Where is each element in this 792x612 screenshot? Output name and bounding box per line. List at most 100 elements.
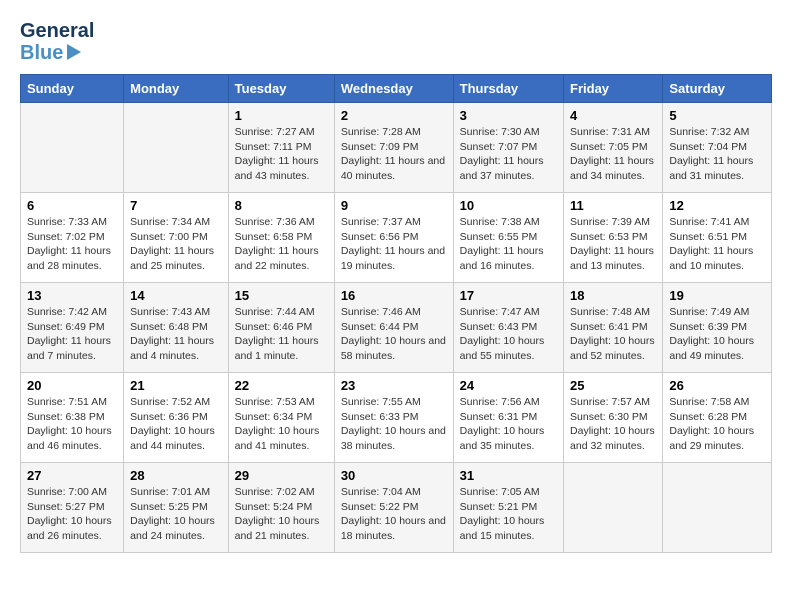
calendar-day-cell: 4 Sunrise: 7:31 AM Sunset: 7:05 PM Daylig… — [564, 103, 663, 193]
calendar-day-cell: 9 Sunrise: 7:37 AM Sunset: 6:56 PM Daylig… — [334, 193, 453, 283]
calendar-day-cell: 23 Sunrise: 7:55 AM Sunset: 6:33 PM Dayli… — [334, 373, 453, 463]
day-info: Sunrise: 7:31 AM Sunset: 7:05 PM Dayligh… — [570, 125, 656, 184]
day-info: Sunrise: 7:32 AM Sunset: 7:04 PM Dayligh… — [669, 125, 765, 184]
day-number: 20 — [27, 378, 117, 393]
calendar-day-cell: 7Sunrise: 7:34 AM Sunset: 7:00 PM Daylig… — [124, 193, 229, 283]
day-of-week-header: Wednesday — [334, 75, 453, 103]
day-info: Sunrise: 7:43 AM Sunset: 6:48 PM Dayligh… — [130, 305, 222, 364]
day-number: 31 — [460, 468, 557, 483]
calendar-day-cell: 10Sunrise: 7:38 AM Sunset: 6:55 PM Dayli… — [453, 193, 563, 283]
day-number: 22 — [235, 378, 328, 393]
day-number: 24 — [460, 378, 557, 393]
calendar-week-row: 20 Sunrise: 7:51 AM Sunset: 6:38 PM Dayli… — [21, 373, 772, 463]
logo-text: General Blue — [20, 20, 94, 64]
day-number: 16 — [341, 288, 447, 303]
day-of-week-header: Tuesday — [228, 75, 334, 103]
day-info: Sunrise: 7:33 AM Sunset: 7:02 PM Dayligh… — [27, 215, 117, 274]
day-number: 28 — [130, 468, 222, 483]
day-number: 3 — [460, 108, 557, 123]
calendar-day-cell — [663, 463, 772, 553]
day-number: 17 — [460, 288, 557, 303]
day-number: 14 — [130, 288, 222, 303]
calendar-day-cell: 20 Sunrise: 7:51 AM Sunset: 6:38 PM Dayli… — [21, 373, 124, 463]
day-info: Sunrise: 7:30 AM Sunset: 7:07 PM Dayligh… — [460, 125, 557, 184]
day-number: 25 — [570, 378, 656, 393]
day-info: Sunrise: 7:53 AM Sunset: 6:34 PM Dayligh… — [235, 395, 328, 454]
calendar-day-cell: 12Sunrise: 7:41 AM Sunset: 6:51 PM Dayli… — [663, 193, 772, 283]
calendar-day-cell — [124, 103, 229, 193]
day-info: Sunrise: 7:57 AM Sunset: 6:30 PM Dayligh… — [570, 395, 656, 454]
day-info: Sunrise: 7:52 AM Sunset: 6:36 PM Dayligh… — [130, 395, 222, 454]
day-info: Sunrise: 7:48 AM Sunset: 6:41 PM Dayligh… — [570, 305, 656, 364]
calendar-day-cell: 15Sunrise: 7:44 AM Sunset: 6:46 PM Dayli… — [228, 283, 334, 373]
calendar-day-cell: 14 Sunrise: 7:43 AM Sunset: 6:48 PM Dayli… — [124, 283, 229, 373]
day-number: 23 — [341, 378, 447, 393]
day-number: 21 — [130, 378, 222, 393]
day-info: Sunrise: 7:05 AM Sunset: 5:21 PM Dayligh… — [460, 485, 557, 544]
day-number: 13 — [27, 288, 117, 303]
day-info: Sunrise: 7:49 AM Sunset: 6:39 PM Dayligh… — [669, 305, 765, 364]
day-info: Sunrise: 7:58 AM Sunset: 6:28 PM Dayligh… — [669, 395, 765, 454]
day-info: Sunrise: 7:42 AM Sunset: 6:49 PM Dayligh… — [27, 305, 117, 364]
day-info: Sunrise: 7:46 AM Sunset: 6:44 PM Dayligh… — [341, 305, 447, 364]
calendar-day-cell: 21 Sunrise: 7:52 AM Sunset: 6:36 PM Dayli… — [124, 373, 229, 463]
day-number: 9 — [341, 198, 447, 213]
calendar-day-cell: 26 Sunrise: 7:58 AM Sunset: 6:28 PM Dayli… — [663, 373, 772, 463]
calendar-day-cell — [564, 463, 663, 553]
calendar-day-cell: 25 Sunrise: 7:57 AM Sunset: 6:30 PM Dayli… — [564, 373, 663, 463]
calendar-day-cell: 6Sunrise: 7:33 AM Sunset: 7:02 PM Daylig… — [21, 193, 124, 283]
page-header: General Blue — [20, 20, 772, 64]
day-info: Sunrise: 7:27 AM Sunset: 7:11 PM Dayligh… — [235, 125, 328, 184]
day-info: Sunrise: 7:36 AM Sunset: 6:58 PM Dayligh… — [235, 215, 328, 274]
day-info: Sunrise: 7:00 AM Sunset: 5:27 PM Dayligh… — [27, 485, 117, 544]
calendar-day-cell: 30Sunrise: 7:04 AM Sunset: 5:22 PM Dayli… — [334, 463, 453, 553]
day-info: Sunrise: 7:01 AM Sunset: 5:25 PM Dayligh… — [130, 485, 222, 544]
calendar-day-cell: 1 Sunrise: 7:27 AM Sunset: 7:11 PM Daylig… — [228, 103, 334, 193]
day-info: Sunrise: 7:47 AM Sunset: 6:43 PM Dayligh… — [460, 305, 557, 364]
calendar-week-row: 6Sunrise: 7:33 AM Sunset: 7:02 PM Daylig… — [21, 193, 772, 283]
calendar-day-cell: 19 Sunrise: 7:49 AM Sunset: 6:39 PM Dayli… — [663, 283, 772, 373]
calendar-day-cell: 31 Sunrise: 7:05 AM Sunset: 5:21 PM Dayli… — [453, 463, 563, 553]
calendar-week-row: 1 Sunrise: 7:27 AM Sunset: 7:11 PM Daylig… — [21, 103, 772, 193]
day-info: Sunrise: 7:39 AM Sunset: 6:53 PM Dayligh… — [570, 215, 656, 274]
day-number: 15 — [235, 288, 328, 303]
day-info: Sunrise: 7:51 AM Sunset: 6:38 PM Dayligh… — [27, 395, 117, 454]
logo-general: General — [20, 20, 94, 42]
calendar-day-cell: 24 Sunrise: 7:56 AM Sunset: 6:31 PM Dayli… — [453, 373, 563, 463]
calendar-day-cell: 16 Sunrise: 7:46 AM Sunset: 6:44 PM Dayli… — [334, 283, 453, 373]
day-info: Sunrise: 7:55 AM Sunset: 6:33 PM Dayligh… — [341, 395, 447, 454]
day-info: Sunrise: 7:02 AM Sunset: 5:24 PM Dayligh… — [235, 485, 328, 544]
day-number: 26 — [669, 378, 765, 393]
day-info: Sunrise: 7:04 AM Sunset: 5:22 PM Dayligh… — [341, 485, 447, 544]
day-info: Sunrise: 7:28 AM Sunset: 7:09 PM Dayligh… — [341, 125, 447, 184]
day-of-week-header: Saturday — [663, 75, 772, 103]
calendar-day-cell: 22 Sunrise: 7:53 AM Sunset: 6:34 PM Dayli… — [228, 373, 334, 463]
calendar-day-cell: 11 Sunrise: 7:39 AM Sunset: 6:53 PM Dayli… — [564, 193, 663, 283]
day-of-week-header: Friday — [564, 75, 663, 103]
day-number: 18 — [570, 288, 656, 303]
calendar-week-row: 27 Sunrise: 7:00 AM Sunset: 5:27 PM Dayli… — [21, 463, 772, 553]
day-info: Sunrise: 7:41 AM Sunset: 6:51 PM Dayligh… — [669, 215, 765, 274]
day-number: 7 — [130, 198, 222, 213]
day-number: 2 — [341, 108, 447, 123]
calendar-day-cell: 17 Sunrise: 7:47 AM Sunset: 6:43 PM Dayli… — [453, 283, 563, 373]
calendar-day-cell: 29 Sunrise: 7:02 AM Sunset: 5:24 PM Dayli… — [228, 463, 334, 553]
day-info: Sunrise: 7:37 AM Sunset: 6:56 PM Dayligh… — [341, 215, 447, 274]
day-number: 11 — [570, 198, 656, 213]
calendar-table: SundayMondayTuesdayWednesdayThursdayFrid… — [20, 74, 772, 553]
day-info: Sunrise: 7:56 AM Sunset: 6:31 PM Dayligh… — [460, 395, 557, 454]
day-number: 8 — [235, 198, 328, 213]
day-of-week-header: Thursday — [453, 75, 563, 103]
calendar-day-cell: 2 Sunrise: 7:28 AM Sunset: 7:09 PM Daylig… — [334, 103, 453, 193]
logo-blue: Blue — [20, 42, 94, 64]
calendar-day-cell — [21, 103, 124, 193]
day-number: 29 — [235, 468, 328, 483]
day-number: 19 — [669, 288, 765, 303]
calendar-day-cell: 3 Sunrise: 7:30 AM Sunset: 7:07 PM Daylig… — [453, 103, 563, 193]
day-number: 10 — [460, 198, 557, 213]
day-number: 4 — [570, 108, 656, 123]
day-number: 1 — [235, 108, 328, 123]
day-number: 27 — [27, 468, 117, 483]
calendar-day-cell: 13 Sunrise: 7:42 AM Sunset: 6:49 PM Dayli… — [21, 283, 124, 373]
logo-arrow-icon — [67, 44, 81, 60]
